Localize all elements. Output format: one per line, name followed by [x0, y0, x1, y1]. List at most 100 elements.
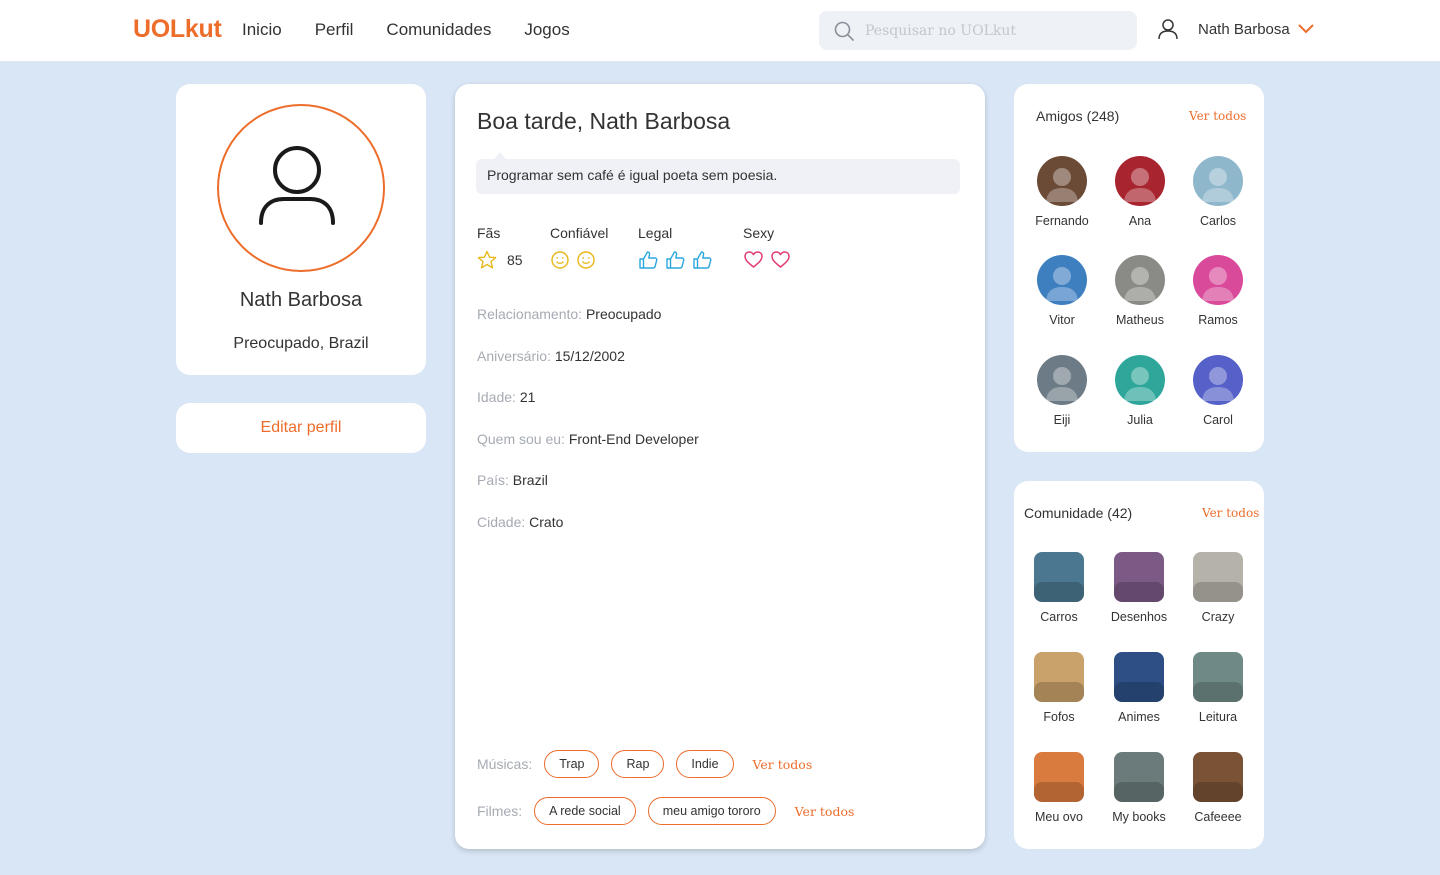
community-name: My books [1112, 810, 1166, 824]
music-tag[interactable]: Indie [676, 750, 734, 778]
friend-item[interactable]: Carlos [1178, 156, 1258, 228]
community-name: Fofos [1043, 710, 1075, 724]
smiley-icon[interactable] [576, 250, 596, 270]
community-item[interactable]: Carros [1019, 552, 1099, 624]
community-item[interactable]: Meu ovo [1019, 752, 1099, 824]
thumbs-up-icon[interactable] [692, 250, 713, 270]
friend-item[interactable]: Ana [1100, 156, 1180, 228]
friend-avatar [1193, 355, 1243, 405]
community-thumbnail [1193, 752, 1243, 802]
search-input[interactable] [865, 22, 1125, 39]
info-key: Cidade: [477, 514, 526, 530]
thumbs-up-icon[interactable] [638, 250, 659, 270]
community-item[interactable]: Crazy [1178, 552, 1258, 624]
music-see-all-link[interactable]: Ver todos [753, 757, 813, 772]
heart-icon[interactable] [743, 250, 764, 269]
community-item[interactable]: Fofos [1019, 652, 1099, 724]
community-thumbnail [1193, 552, 1243, 602]
music-label: Músicas: [477, 756, 533, 772]
friend-avatar [1115, 355, 1165, 405]
profile-name: Nath Barbosa [239, 289, 363, 311]
music-tag[interactable]: Rap [611, 750, 665, 778]
friend-name: Ramos [1198, 313, 1238, 327]
friend-item[interactable]: Eiji [1022, 355, 1102, 427]
community-name: Cafeeee [1194, 810, 1242, 824]
community-thumbnail [1034, 752, 1084, 802]
nav-jogos[interactable]: Jogos [524, 20, 569, 40]
info-key: País: [477, 472, 509, 488]
community-thumbnail [1034, 652, 1084, 702]
info-city: Cidade: Crato [477, 514, 563, 530]
friend-name: Ana [1128, 214, 1152, 228]
rating-label: Legal [638, 225, 673, 241]
status-quote: Programar sem café é igual poeta sem poe… [476, 152, 960, 194]
friend-avatar [1037, 255, 1087, 305]
main-nav: Inicio Perfil Comunidades Jogos [242, 20, 570, 40]
friend-name: Julia [1127, 413, 1153, 427]
community-item[interactable]: Desenhos [1099, 552, 1179, 624]
community-item[interactable]: Cafeeee [1178, 752, 1258, 824]
info-relationship: Relacionamento: Preocupado [477, 306, 661, 322]
user-menu[interactable]: Nath Barbosa [1157, 18, 1315, 40]
greeting-title: Boa tarde, Nath Barbosa [477, 108, 731, 134]
community-thumbnail [1114, 552, 1164, 602]
community-item[interactable]: My books [1099, 752, 1179, 824]
thumbs-up-icon[interactable] [665, 250, 686, 270]
community-name: Crazy [1201, 610, 1235, 624]
star-icon[interactable] [477, 250, 497, 270]
rating-label: Fãs [477, 225, 501, 241]
friend-avatar [1115, 255, 1165, 305]
edit-profile-button[interactable]: Editar perfil [176, 403, 426, 453]
info-value: 21 [519, 389, 536, 405]
community-thumbnail [1114, 752, 1164, 802]
friend-item[interactable]: Ramos [1178, 255, 1258, 327]
friend-item[interactable]: Julia [1100, 355, 1180, 427]
movie-tag[interactable]: meu amigo tororo [647, 797, 776, 825]
info-value: 15/12/2002 [554, 348, 625, 364]
friend-name: Eiji [1053, 413, 1071, 427]
movie-tag[interactable]: A rede social [534, 797, 636, 825]
profile-card: Nath Barbosa Preocupado, Brazil [176, 84, 426, 375]
community-name: Leitura [1198, 710, 1238, 724]
profile-details-card: Boa tarde, Nath Barbosa Programar sem ca… [455, 84, 985, 849]
community-name: Desenhos [1110, 610, 1168, 624]
nav-perfil[interactable]: Perfil [315, 20, 354, 40]
friend-avatar [1115, 156, 1165, 206]
info-value: Brazil [512, 472, 548, 488]
user-icon [1158, 19, 1178, 40]
movies-row: Filmes: A rede social meu amigo tororo V… [477, 797, 854, 825]
profile-avatar [217, 104, 385, 272]
search-box[interactable] [819, 11, 1137, 50]
music-row: Músicas: Trap Rap Indie Ver todos [477, 750, 812, 778]
friends-card: Amigos (248) Ver todos Fernando Ana Carlos… [1014, 84, 1264, 452]
smiley-icon[interactable] [550, 250, 570, 270]
top-navbar: UOLkut Inicio Perfil Comunidades Jogos N… [0, 0, 1440, 62]
friend-avatar [1037, 156, 1087, 206]
music-tag[interactable]: Trap [544, 750, 600, 778]
community-item[interactable]: Leitura [1178, 652, 1258, 724]
communities-see-all-link[interactable]: Ver todos [1202, 506, 1259, 520]
info-value: Crato [529, 514, 564, 530]
info-birthday: Aniversário: 15/12/2002 [477, 348, 625, 364]
info-key: Relacionamento: [477, 306, 583, 322]
heart-icon[interactable] [770, 250, 791, 269]
friends-see-all-link[interactable]: Ver todos [1189, 109, 1246, 123]
friend-item[interactable]: Vitor [1022, 255, 1102, 327]
friend-item[interactable]: Carol [1178, 355, 1258, 427]
chevron-down-icon[interactable] [1297, 23, 1315, 35]
rating-sexy: Sexy [743, 225, 791, 269]
community-thumbnail [1114, 652, 1164, 702]
community-name: Meu ovo [1035, 810, 1083, 824]
nav-comunidades[interactable]: Comunidades [386, 20, 491, 40]
movies-see-all-link[interactable]: Ver todos [795, 804, 855, 819]
friend-item[interactable]: Fernando [1022, 156, 1102, 228]
info-value: Front-End Developer [568, 431, 699, 447]
info-key: Quem sou eu: [477, 431, 565, 447]
community-name: Carros [1040, 610, 1078, 624]
friend-name: Fernando [1035, 214, 1089, 228]
logo[interactable]: UOLkut [133, 15, 222, 44]
nav-inicio[interactable]: Inicio [242, 20, 282, 40]
friend-item[interactable]: Matheus [1100, 255, 1180, 327]
friend-name: Vitor [1049, 313, 1075, 327]
community-item[interactable]: Animes [1099, 652, 1179, 724]
